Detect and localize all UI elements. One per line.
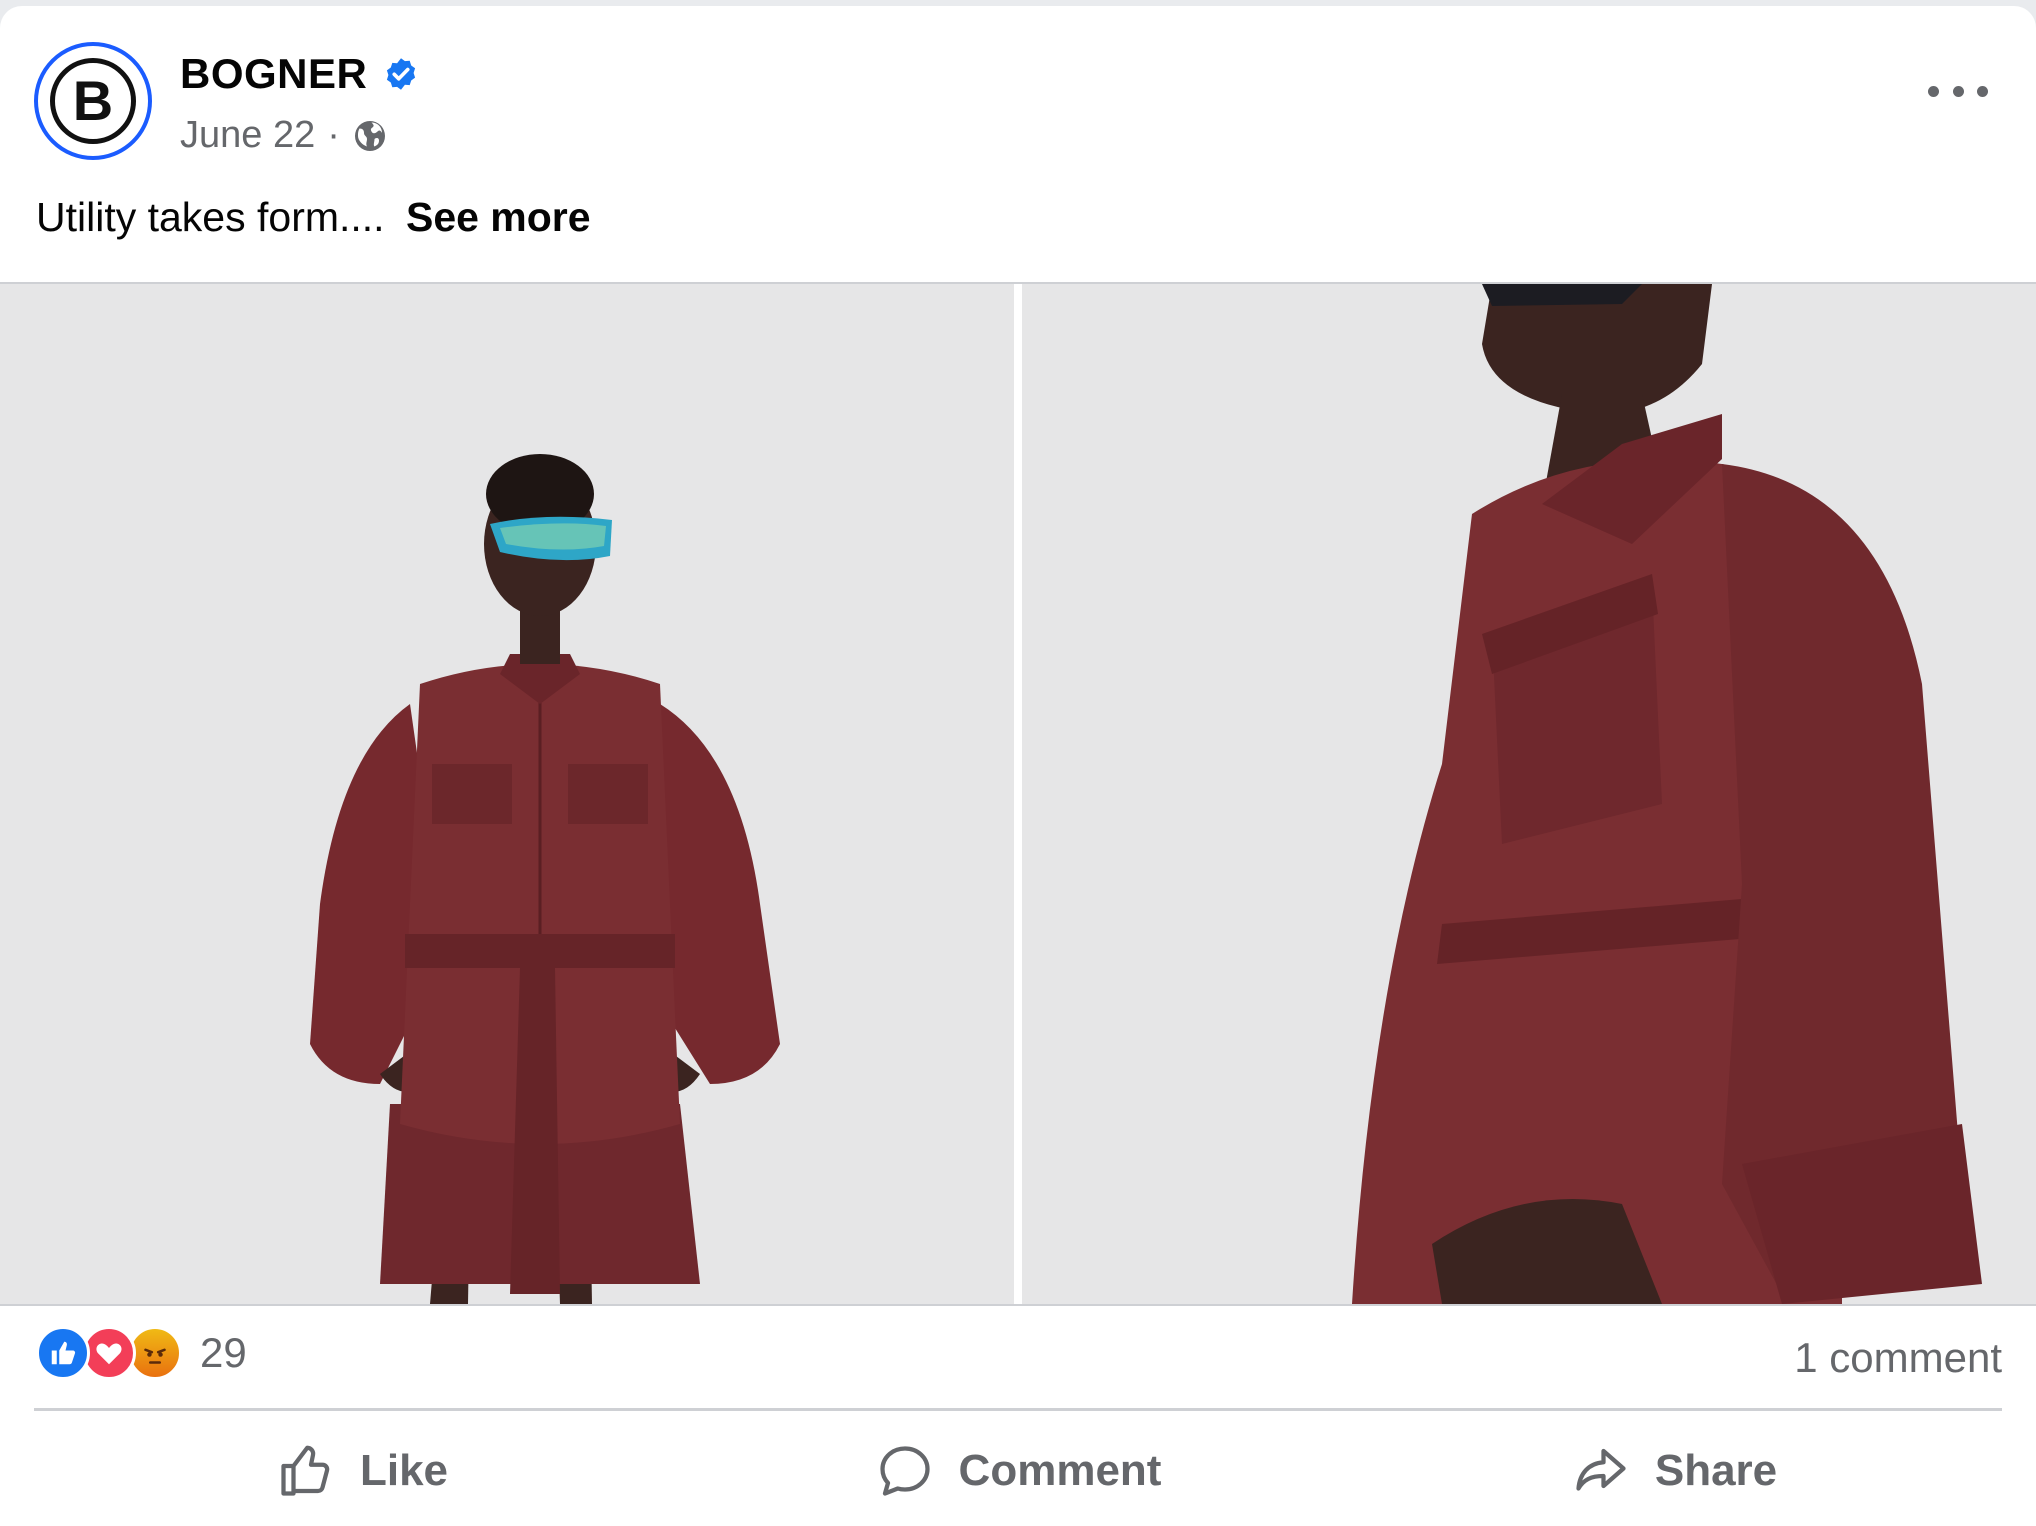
model-closeup-illustration — [1022, 284, 2036, 1304]
post-photo-2[interactable] — [1022, 284, 2036, 1304]
like-button[interactable]: Like — [34, 1416, 690, 1526]
page-name-row: BOGNER — [180, 50, 419, 98]
share-label: Share — [1654, 1446, 1778, 1495]
share-button[interactable]: Share — [1346, 1416, 2002, 1526]
more-options-icon[interactable] — [1928, 76, 1988, 106]
comment-icon — [879, 1446, 930, 1496]
photo-grid — [0, 282, 2036, 1306]
comment-count[interactable]: 1 comment — [1794, 1334, 2002, 1382]
avatar-logo: B — [50, 58, 136, 144]
globe-icon[interactable] — [352, 118, 388, 154]
page-name[interactable]: BOGNER — [180, 50, 367, 98]
verified-badge-icon — [387, 58, 416, 90]
share-icon — [1576, 1448, 1626, 1491]
post-date[interactable]: June 22 — [180, 114, 315, 157]
like-label: Like — [359, 1446, 449, 1495]
comment-button[interactable]: Comment — [690, 1416, 1346, 1526]
love-reaction-icon — [82, 1326, 136, 1380]
thumbs-up-icon — [281, 1445, 330, 1496]
reaction-count: 29 — [200, 1329, 247, 1376]
post-card: B BOGNER June 22 · Utility takes form...… — [0, 6, 2036, 1526]
divider — [34, 1408, 2002, 1411]
angry-reaction-icon — [128, 1326, 182, 1380]
meta-separator: · — [327, 114, 340, 156]
post-header: B BOGNER June 22 · Utility takes form...… — [0, 6, 2036, 240]
comment-label: Comment — [958, 1446, 1162, 1495]
avatar[interactable]: B — [34, 42, 152, 160]
caption-text: Utility takes form.... — [36, 194, 385, 240]
post-caption: Utility takes form.... See more — [36, 194, 591, 241]
post-photo-1[interactable] — [0, 284, 1014, 1304]
see-more-link[interactable]: See more — [406, 194, 591, 240]
reactions-summary[interactable]: 29 — [36, 1326, 247, 1380]
model-full-illustration — [0, 284, 1014, 1304]
action-bar: Like Comment Share — [34, 1416, 2002, 1526]
like-reaction-icon — [36, 1326, 90, 1380]
post-meta: June 22 · — [180, 114, 388, 157]
